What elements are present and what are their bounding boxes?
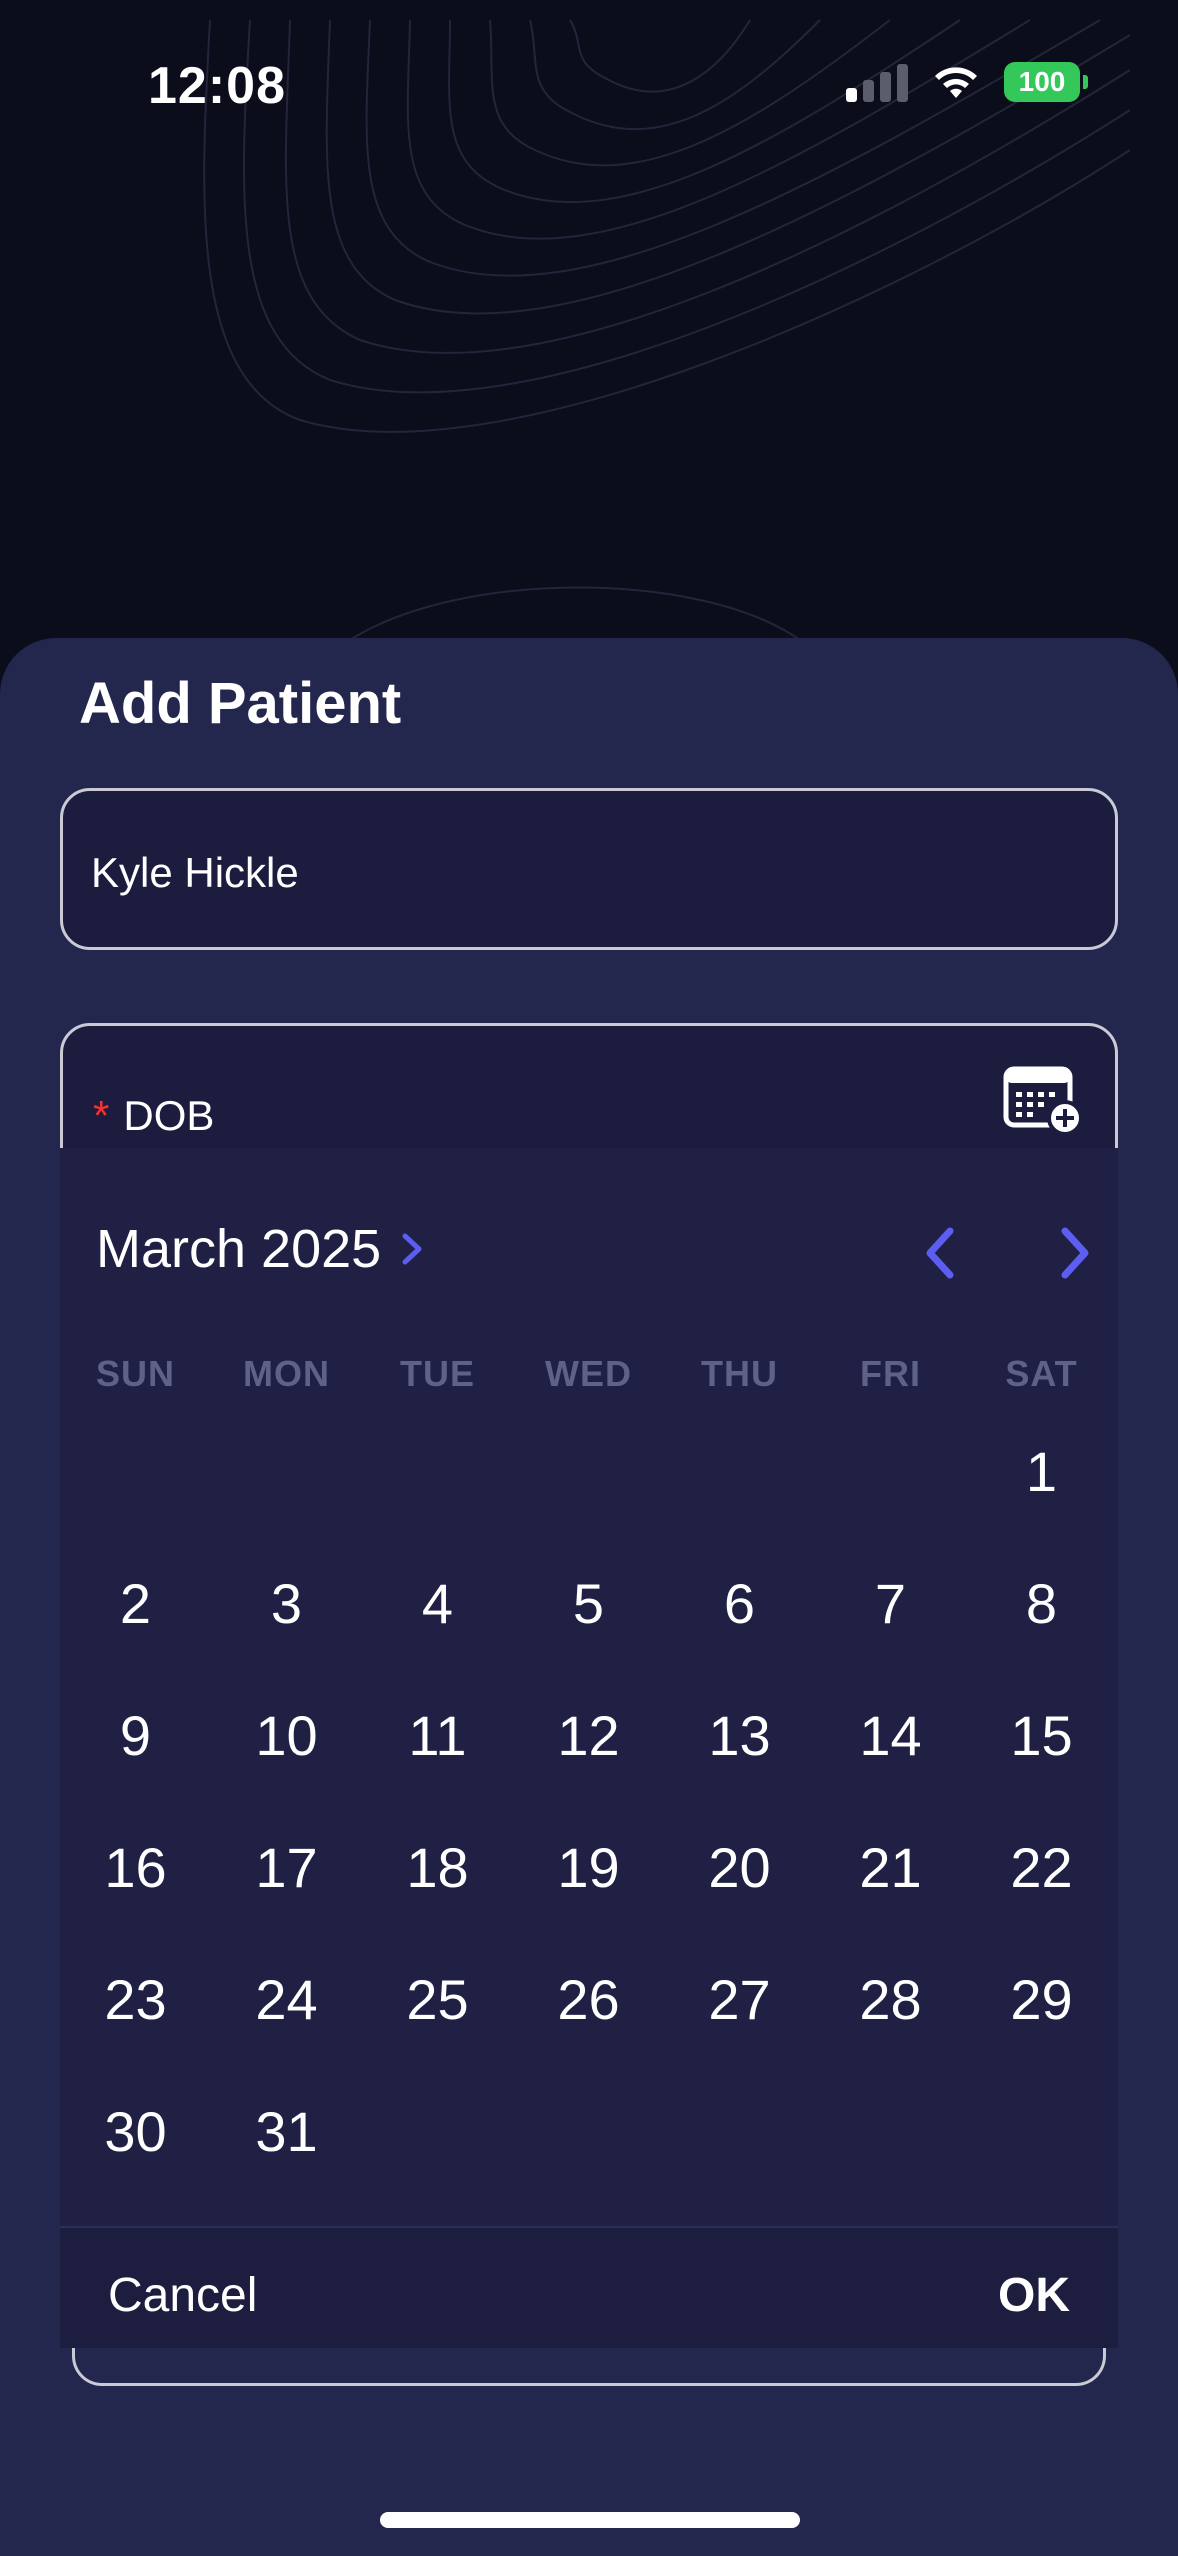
- status-time: 12:08: [148, 57, 286, 115]
- day-cell[interactable]: 13: [664, 1697, 815, 1829]
- day-cell[interactable]: 14: [815, 1697, 966, 1829]
- day-cell[interactable]: 2: [60, 1565, 211, 1697]
- date-picker: March 2025 SUN MON TUE WED THU FRI SAT 1…: [60, 1148, 1118, 2348]
- day-cell[interactable]: 26: [513, 1961, 664, 2093]
- dob-label: * DOB: [93, 1092, 214, 1140]
- weekday-label: MON: [243, 1353, 330, 1394]
- home-indicator: [380, 2512, 800, 2528]
- day-cell[interactable]: 1: [966, 1433, 1117, 1565]
- day-cell[interactable]: 20: [664, 1829, 815, 1961]
- day-cell[interactable]: 30: [60, 2093, 211, 2225]
- weekday-label: SUN: [95, 1353, 175, 1394]
- weekday-label: WED: [545, 1353, 632, 1394]
- cellular-signal-icon: [846, 62, 908, 102]
- wifi-icon: [935, 67, 977, 98]
- day-cell[interactable]: 17: [211, 1829, 362, 1961]
- day-cell[interactable]: 6: [664, 1565, 815, 1697]
- next-month-button[interactable]: [1045, 1218, 1105, 1288]
- day-cell[interactable]: 4: [362, 1565, 513, 1697]
- status-bar: 12:08 100: [0, 0, 1178, 170]
- weekday-label: FRI: [860, 1353, 921, 1394]
- day-cell[interactable]: 19: [513, 1829, 664, 1961]
- cancel-button[interactable]: Cancel: [108, 2268, 257, 2323]
- day-cell[interactable]: 9: [60, 1697, 211, 1829]
- date-picker-footer: Cancel OK: [60, 2228, 1118, 2348]
- sheet-title: Add Patient: [79, 671, 402, 736]
- dob-label-text: DOB: [123, 1092, 215, 1139]
- day-cell[interactable]: 24: [211, 1961, 362, 2093]
- chevron-right-icon: [1061, 1227, 1089, 1279]
- day-cell[interactable]: 7: [815, 1565, 966, 1697]
- ok-button[interactable]: OK: [998, 2268, 1070, 2323]
- day-cell[interactable]: 21: [815, 1829, 966, 1961]
- day-cell[interactable]: 16: [60, 1829, 211, 1961]
- month-year-label: March 2025: [96, 1219, 382, 1279]
- required-marker: *: [93, 1092, 110, 1139]
- status-icons: 100: [846, 62, 1088, 102]
- weekday-label: SAT: [1005, 1353, 1078, 1394]
- app-screen: 12:08 100 Add Patient Kyle Hickle * DOB: [0, 0, 1178, 2556]
- day-cell[interactable]: 29: [966, 1961, 1117, 2093]
- chevron-right-icon: [402, 1233, 422, 1265]
- day-cell[interactable]: 28: [815, 1961, 966, 2093]
- day-cell[interactable]: 8: [966, 1565, 1117, 1697]
- previous-month-button[interactable]: [910, 1218, 970, 1288]
- weekday-header-row: SUN MON TUE WED THU FRI SAT: [60, 1353, 1118, 1403]
- day-cell[interactable]: 27: [664, 1961, 815, 2093]
- patient-name-value: Kyle Hickle: [91, 849, 299, 896]
- day-cell[interactable]: 15: [966, 1697, 1117, 1829]
- day-cell[interactable]: 25: [362, 1961, 513, 2093]
- day-cell[interactable]: 23: [60, 1961, 211, 2093]
- date-picker-header: March 2025: [60, 1148, 1118, 1368]
- patient-name-field[interactable]: Kyle Hickle: [60, 788, 1118, 950]
- chevron-left-icon: [926, 1227, 954, 1279]
- battery-icon: 100: [1004, 62, 1088, 102]
- month-year-selector[interactable]: March 2025: [96, 1218, 427, 1280]
- day-cell[interactable]: 11: [362, 1697, 513, 1829]
- day-cell[interactable]: 12: [513, 1697, 664, 1829]
- day-cell[interactable]: 3: [211, 1565, 362, 1697]
- weekday-label: TUE: [400, 1353, 475, 1394]
- day-grid: 1 2 3 4 5 6 7 8 9 10 11 12 13 14 15 16 17 18 19 20 21 22 23 24 2…: [60, 1433, 1118, 2225]
- day-cell[interactable]: 31: [211, 2093, 362, 2225]
- day-cell[interactable]: 18: [362, 1829, 513, 1961]
- day-cell[interactable]: 5: [513, 1565, 664, 1697]
- day-cell[interactable]: 22: [966, 1829, 1117, 1961]
- day-cell[interactable]: 10: [211, 1697, 362, 1829]
- weekday-label: THU: [701, 1353, 778, 1394]
- calendar-add-icon[interactable]: [1003, 1066, 1085, 1136]
